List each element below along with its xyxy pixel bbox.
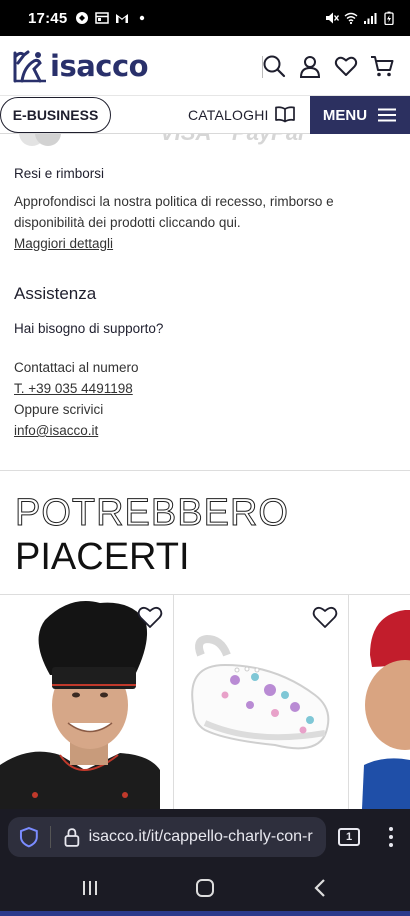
more-options-icon[interactable]	[386, 825, 396, 849]
email-link[interactable]: info@isacco.it	[14, 423, 98, 438]
nav-bar: E-BUSINESS CATALOGHI MENU	[0, 96, 410, 134]
lock-icon[interactable]	[63, 827, 81, 847]
suggestions-title: PIACERTI	[15, 536, 190, 578]
search-icon[interactable]	[262, 54, 286, 78]
visa-logo: VISA	[160, 134, 211, 146]
menu-label: MENU	[322, 106, 368, 124]
mastercard-icon	[19, 134, 61, 146]
e-business-button[interactable]: E-BUSINESS	[0, 97, 111, 133]
account-icon[interactable]	[298, 54, 322, 78]
gmail-icon	[116, 14, 129, 23]
isacco-logo[interactable]: isacco	[12, 48, 149, 83]
phone-link[interactable]: T. +39 035 4491198	[14, 381, 133, 396]
android-navigation-bar	[0, 865, 410, 916]
browser-toolbar: isacco.it/it/cappello-charly-con-r 1	[0, 809, 410, 865]
cart-icon[interactable]	[370, 54, 394, 78]
support-contacts: Contattaci al numero T. +39 035 4491198 …	[14, 357, 394, 441]
product-card-clogs[interactable]	[175, 595, 349, 809]
support-subtitle: Hai bisogno di supporto?	[14, 321, 164, 336]
cataloghi-label: CATALOGHI	[188, 106, 269, 123]
returns-details-link[interactable]: Maggiori dettagli	[14, 236, 113, 251]
dot-icon	[140, 15, 145, 21]
returns-text: Approfondisci la nostra politica di rece…	[14, 194, 334, 230]
calendar-icon	[95, 12, 110, 24]
logo-text: isacco	[50, 48, 149, 83]
recent-apps-icon[interactable]	[80, 879, 100, 897]
book-icon	[274, 106, 295, 123]
contact-intro: Contattaci al numero	[14, 360, 139, 375]
status-bar: 17:45	[0, 0, 410, 36]
site-header: isacco	[0, 36, 410, 96]
notification-icon	[76, 12, 89, 24]
back-icon[interactable]	[313, 878, 327, 898]
cataloghi-link[interactable]: CATALOGHI	[188, 106, 295, 123]
battery-icon	[384, 11, 394, 25]
heart-icon[interactable]	[312, 605, 338, 629]
hamburger-icon	[378, 108, 397, 122]
wifi-icon	[344, 12, 358, 25]
payment-logos: VISA PayPal	[0, 134, 410, 152]
support-title: Assistenza	[14, 284, 97, 303]
home-icon[interactable]	[194, 877, 216, 899]
product-card-red-cap[interactable]	[350, 595, 410, 809]
address-bar[interactable]: isacco.it/it/cappello-charly-con-r	[8, 817, 326, 857]
product-card-chef-hat[interactable]	[0, 595, 174, 809]
menu-button[interactable]: MENU	[310, 96, 410, 134]
returns-title: Resi e rimborsi	[14, 166, 105, 181]
logo-mark-icon	[13, 50, 46, 82]
mute-icon	[326, 12, 339, 24]
signal-icon	[364, 13, 377, 24]
wishlist-icon[interactable]	[334, 54, 358, 78]
paypal-logo: PayPal	[232, 134, 304, 146]
section-divider	[0, 470, 410, 471]
returns-section: Approfondisci la nostra politica di rece…	[14, 191, 394, 254]
status-time: 17:45	[28, 9, 68, 27]
red-cap-image	[350, 595, 410, 809]
suggestions-title-outline: POTREBBERO	[15, 492, 289, 535]
tabs-button[interactable]: 1	[338, 828, 360, 846]
nav-bottom-accent	[0, 911, 410, 916]
shield-icon[interactable]	[18, 826, 40, 848]
url-text[interactable]: isacco.it/it/cappello-charly-con-r	[89, 828, 326, 846]
heart-icon[interactable]	[137, 605, 163, 629]
write-intro: Oppure scrivici	[14, 402, 104, 417]
